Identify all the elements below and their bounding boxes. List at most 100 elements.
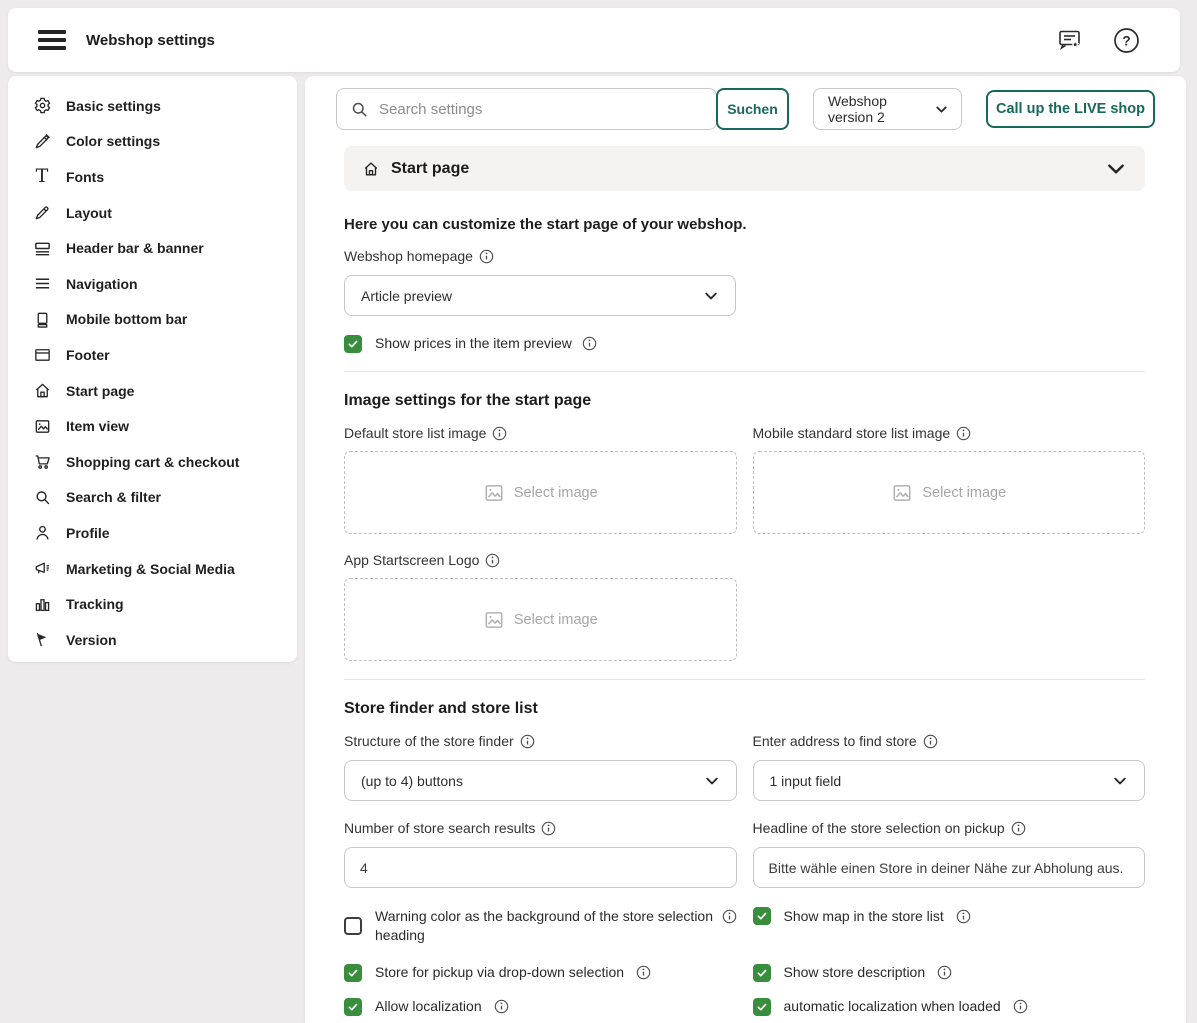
chevron-down-icon[interactable]: [1105, 158, 1127, 180]
sidebar-item-color-settings[interactable]: Color settings: [8, 124, 297, 160]
section-title: Start page: [391, 160, 469, 178]
svg-text:?: ?: [1122, 33, 1130, 48]
image-settings-heading: Image settings for the start page: [344, 392, 1145, 410]
flag-icon: [32, 630, 52, 650]
search-icon: [32, 487, 52, 507]
info-icon[interactable]: [1011, 821, 1026, 836]
info-icon[interactable]: [479, 249, 494, 264]
call-up-live-shop-button[interactable]: Call up the LIVE shop: [986, 90, 1155, 128]
info-icon[interactable]: [956, 909, 971, 924]
sidebar-item-fonts[interactable]: T Fonts: [8, 159, 297, 195]
enter-address-select[interactable]: 1 input field: [753, 760, 1146, 801]
sidebar-item-basic-settings[interactable]: Basic settings: [8, 88, 297, 124]
store-finder-heading: Store finder and store list: [344, 700, 1145, 718]
info-icon[interactable]: [494, 999, 509, 1014]
info-icon[interactable]: [636, 965, 651, 980]
sidebar-item-footer[interactable]: Footer: [8, 337, 297, 373]
bar-chart-icon: [32, 594, 52, 614]
menu-lines-icon: [32, 274, 52, 294]
chevron-down-icon: [704, 773, 720, 789]
sidebar-item-label: Fonts: [66, 169, 104, 185]
sidebar-item-label: Color settings: [66, 133, 160, 149]
sidebar-item-label: Mobile bottom bar: [66, 311, 187, 327]
sidebar-item-layout[interactable]: Layout: [8, 195, 297, 231]
home-icon: [362, 160, 380, 178]
sidebar-item-version[interactable]: Version: [8, 622, 297, 658]
info-icon[interactable]: [485, 553, 500, 568]
store-pickup-dropdown-checkbox-row[interactable]: Store for pickup via drop-down selection: [344, 963, 737, 982]
show-map-checkbox-row[interactable]: Show map in the store list: [753, 907, 1146, 945]
allow-localization-checkbox-row[interactable]: Allow localization: [344, 997, 737, 1016]
info-icon[interactable]: [722, 909, 737, 924]
webshop-homepage-label: Webshop homepage: [344, 248, 1145, 264]
sidebar-item-profile[interactable]: Profile: [8, 515, 297, 551]
chevron-down-icon: [703, 288, 719, 304]
number-store-results-label: Number of store search results: [344, 820, 737, 836]
gear-icon: [32, 96, 52, 116]
sidebar-item-mobile-bottom-bar[interactable]: Mobile bottom bar: [8, 302, 297, 338]
webshop-version-select[interactable]: Webshop version 2: [813, 88, 962, 130]
cart-icon: [32, 452, 52, 472]
warning-color-checkbox-row[interactable]: Warning color as the background of the s…: [344, 907, 737, 945]
show-store-description-checkbox-row[interactable]: Show store description: [753, 963, 1146, 982]
start-page-section-header[interactable]: Start page: [344, 146, 1145, 191]
color-picker-icon: [32, 131, 52, 151]
sidebar-item-tracking[interactable]: Tracking: [8, 586, 297, 622]
sidebar-item-marketing-social-media[interactable]: Marketing & Social Media: [8, 551, 297, 587]
info-icon[interactable]: [1013, 999, 1028, 1014]
help-icon[interactable]: ?: [1113, 27, 1140, 54]
search-input[interactable]: [336, 88, 717, 130]
footer-icon: [32, 345, 52, 365]
home-icon: [32, 381, 52, 401]
sidebar-item-start-page[interactable]: Start page: [8, 373, 297, 409]
sidebar-item-label: Layout: [66, 205, 112, 221]
info-icon[interactable]: [937, 965, 952, 980]
image-placeholder-icon: [483, 482, 505, 504]
info-icon[interactable]: [541, 821, 556, 836]
enter-address-label: Enter address to find store: [753, 733, 1146, 749]
sidebar-item-shopping-cart-checkout[interactable]: Shopping cart & checkout: [8, 444, 297, 480]
checkbox[interactable]: [344, 917, 362, 935]
app-startscreen-logo-upload[interactable]: Select image: [344, 578, 737, 661]
pickup-headline-input[interactable]: [753, 847, 1146, 888]
chevron-down-icon: [1112, 773, 1128, 789]
webshop-homepage-select[interactable]: Article preview: [344, 275, 736, 316]
default-store-list-image-upload[interactable]: Select image: [344, 451, 737, 534]
divider: [344, 371, 1145, 372]
info-icon[interactable]: [923, 734, 938, 749]
section-intro: Here you can customize the start page of…: [344, 216, 1145, 233]
sidebar-item-label: Header bar & banner: [66, 240, 204, 256]
info-icon[interactable]: [582, 336, 597, 351]
sidebar-item-search-filter[interactable]: Search & filter: [8, 480, 297, 516]
show-prices-checkbox-row[interactable]: Show prices in the item preview: [344, 334, 1145, 353]
sidebar-item-navigation[interactable]: Navigation: [8, 266, 297, 302]
store-finder-structure-select[interactable]: (up to 4) buttons: [344, 760, 737, 801]
sidebar-item-label: Navigation: [66, 276, 138, 292]
number-store-results-input[interactable]: [344, 847, 737, 888]
checkbox[interactable]: [344, 998, 362, 1016]
checkbox[interactable]: [344, 335, 362, 353]
app-startscreen-logo-label: App Startscreen Logo: [344, 552, 737, 568]
feedback-review-icon[interactable]: [1057, 28, 1083, 52]
app-title: Webshop settings: [86, 32, 215, 49]
checkbox[interactable]: [753, 998, 771, 1016]
sidebar-item-item-view[interactable]: Item view: [8, 408, 297, 444]
mobile-standard-store-list-image-upload[interactable]: Select image: [753, 451, 1146, 534]
person-icon: [32, 523, 52, 543]
info-icon[interactable]: [956, 426, 971, 441]
checkbox[interactable]: [344, 964, 362, 982]
info-icon[interactable]: [520, 734, 535, 749]
header-banner-icon: [32, 238, 52, 258]
search-submit-button[interactable]: Suchen: [716, 88, 789, 130]
automatic-localization-checkbox-row[interactable]: automatic localization when loaded: [753, 997, 1146, 1016]
sidebar-item-label: Start page: [66, 383, 134, 399]
sidebar-item-label: Item view: [66, 418, 129, 434]
checkbox[interactable]: [753, 907, 771, 925]
default-store-list-image-label: Default store list image: [344, 425, 737, 441]
checkbox[interactable]: [753, 964, 771, 982]
sidebar-item-label: Marketing & Social Media: [66, 561, 235, 577]
sidebar-item-header-bar-banner[interactable]: Header bar & banner: [8, 230, 297, 266]
hamburger-menu-icon[interactable]: [38, 26, 66, 54]
sidebar-item-label: Search & filter: [66, 489, 161, 505]
info-icon[interactable]: [492, 426, 507, 441]
